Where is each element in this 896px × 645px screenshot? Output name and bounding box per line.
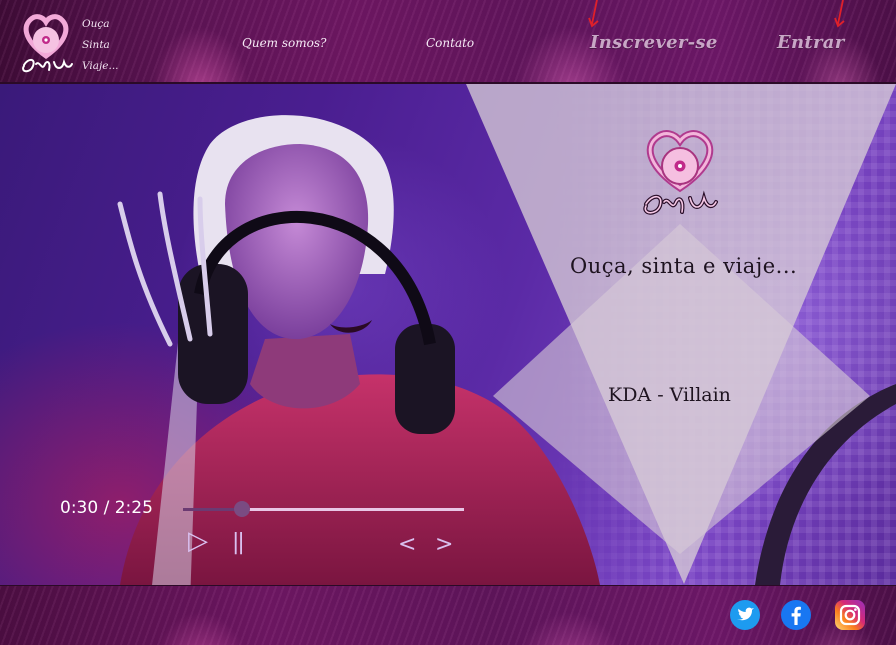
nav-signup-link[interactable]: Inscrever-se	[590, 32, 718, 53]
track-title: KDA - Villain	[608, 384, 731, 406]
hero-logo-icon	[643, 130, 718, 215]
play-button[interactable]: ▷	[188, 526, 208, 556]
twitter-icon[interactable]	[729, 599, 761, 631]
tagline-line-2: Sinta	[82, 39, 110, 51]
next-button[interactable]: >	[435, 532, 453, 557]
signup-arrow-icon	[588, 0, 599, 28]
hero-section: Ouça, sinta e viaje... KDA - Villain 0:3…	[0, 84, 896, 585]
nav-about-link[interactable]: Quem somos?	[242, 36, 326, 50]
nav-login-link[interactable]: Entrar	[777, 32, 845, 53]
header-logo[interactable]	[18, 10, 74, 76]
tagline-line-3: Viaje...	[82, 60, 119, 72]
instagram-icon[interactable]	[834, 599, 866, 631]
footer-wave-decoration	[0, 585, 896, 645]
facebook-icon[interactable]	[780, 599, 812, 631]
hero-slogan: Ouça, sinta e viaje...	[570, 254, 798, 278]
heart-disc-logo-icon	[22, 14, 73, 73]
progress-handle[interactable]	[234, 501, 250, 517]
header: Ouça Sinta Viaje... Quem somos? Contato …	[0, 0, 896, 84]
footer	[0, 585, 896, 645]
footer-divider	[0, 585, 896, 586]
login-arrow-icon	[834, 0, 845, 28]
nav-contact-link[interactable]: Contato	[426, 36, 474, 50]
tagline-line-1: Ouça	[82, 18, 110, 30]
previous-button[interactable]: <	[398, 532, 416, 557]
playback-time: 0:30 / 2:25	[60, 498, 153, 518]
pause-button[interactable]: ||	[232, 530, 245, 555]
header-tagline: Ouça Sinta Viaje...	[82, 14, 119, 77]
